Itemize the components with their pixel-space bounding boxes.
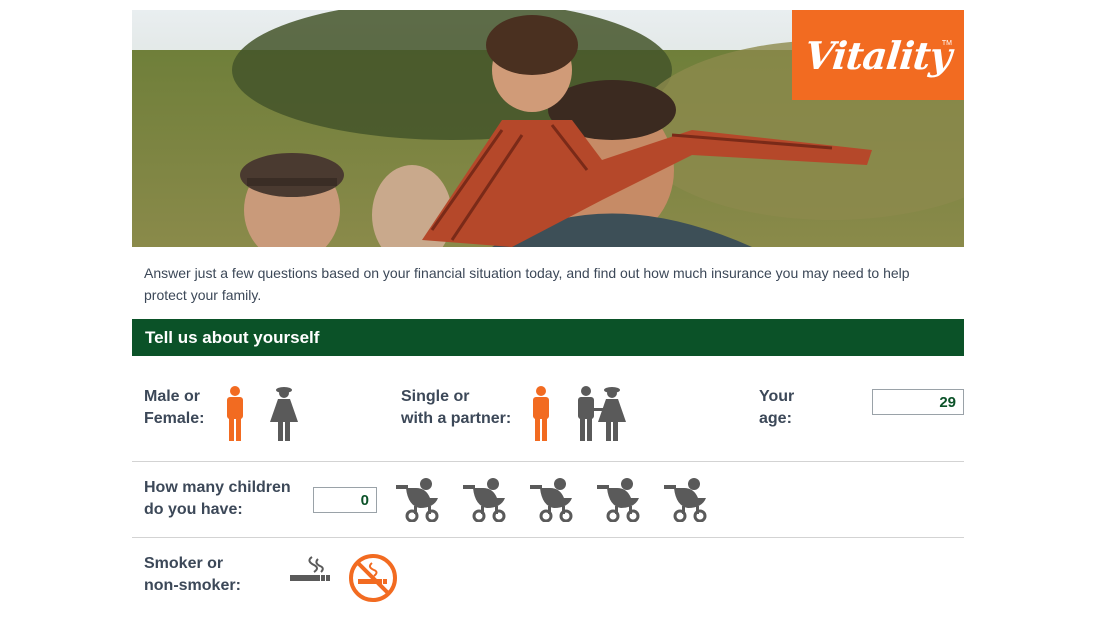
female-icon[interactable]	[269, 386, 299, 442]
children-count-input[interactable]	[313, 487, 377, 513]
male-icon[interactable]	[224, 386, 246, 442]
gender-label-line1: Male or	[144, 388, 201, 405]
smoker-label: Smoker or non-smoker:	[144, 553, 241, 597]
smoker-label-line1: Smoker or	[144, 555, 224, 572]
stroller-icon[interactable]	[396, 476, 444, 522]
stroller-icon[interactable]	[597, 476, 645, 522]
single-person-icon[interactable]	[530, 386, 552, 442]
age-label-line2: age:	[759, 410, 792, 427]
row-divider-1	[132, 461, 964, 462]
intro-text: Answer just a few questions based on you…	[144, 265, 910, 303]
relationship-label: Single or with a partner:	[401, 386, 511, 430]
children-label-line2: do you have:	[144, 501, 243, 518]
section-header: Tell us about yourself	[132, 319, 964, 356]
stroller-icon[interactable]	[463, 476, 511, 522]
stroller-icon[interactable]	[530, 476, 578, 522]
relationship-label-line2: with a partner:	[401, 410, 512, 427]
logo-trademark: TM	[941, 40, 952, 47]
calculator-card: Vitality TM Answer just a few questions …	[132, 10, 964, 602]
stroller-icon[interactable]	[664, 476, 712, 522]
hero-image: Vitality TM	[132, 10, 964, 247]
smoker-label-line2: non-smoker:	[144, 577, 241, 594]
age-label: Your age:	[759, 386, 794, 430]
gender-label-line2: Female:	[144, 410, 205, 427]
logo-text: Vitality	[802, 32, 954, 78]
vitality-logo: Vitality TM	[792, 10, 964, 100]
no-smoking-icon[interactable]	[348, 553, 398, 603]
gender-label: Male or Female:	[144, 386, 204, 430]
section-title: Tell us about yourself	[145, 328, 320, 347]
age-input[interactable]	[872, 389, 964, 415]
age-label-line1: Your	[759, 388, 795, 405]
couple-icon[interactable]	[575, 386, 627, 442]
smoking-icon[interactable]	[290, 555, 330, 585]
relationship-label-line1: Single or	[401, 388, 470, 405]
row-divider-2	[132, 537, 964, 538]
children-label: How many children do you have:	[144, 477, 291, 521]
children-label-line1: How many children	[144, 479, 291, 496]
